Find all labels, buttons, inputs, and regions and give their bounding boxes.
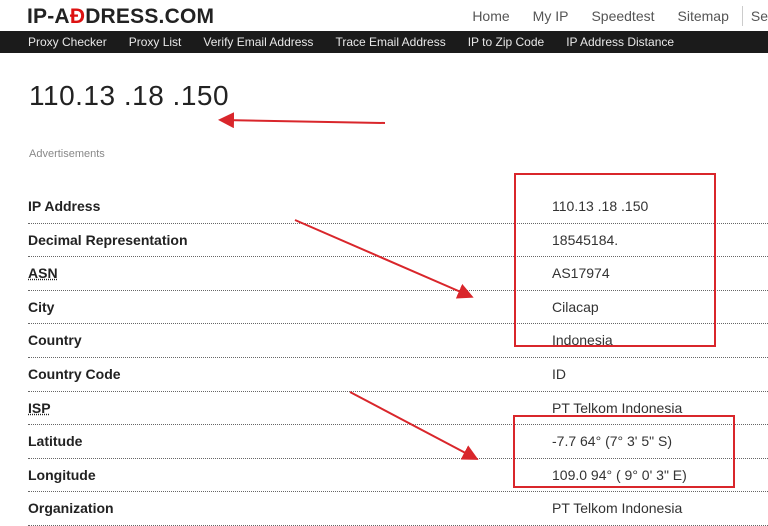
nav-home[interactable]: Home	[472, 8, 509, 24]
subnav-ip-distance[interactable]: IP Address Distance	[566, 35, 674, 49]
row-label: Longitude	[28, 466, 96, 483]
nav-divider	[741, 6, 743, 26]
nav-my-ip[interactable]: My IP	[533, 8, 569, 24]
row-value: ID	[552, 365, 566, 382]
table-row: Country Code ID	[28, 358, 768, 392]
row-value: PT Telkom Indonesia	[552, 399, 683, 416]
nav-search[interactable]: Se	[741, 6, 768, 26]
row-label-link[interactable]: ASN	[28, 265, 58, 281]
top-nav: Home My IP Speedtest Sitemap Se	[449, 6, 768, 26]
row-label-link[interactable]: ISP	[28, 400, 51, 416]
arrow-to-ip-heading	[218, 112, 386, 129]
row-label: City	[28, 298, 55, 315]
logo-text-left: IP-A	[27, 5, 70, 28]
site-logo[interactable]: IP-AĐDRESS.COM	[27, 5, 214, 29]
logo-text-accent: Đ	[69, 5, 86, 28]
row-label: IP Address	[28, 198, 101, 214]
nav-sitemap[interactable]: Sitemap	[678, 8, 729, 24]
subnav-ip-to-zip[interactable]: IP to Zip Code	[468, 35, 545, 49]
site-header: IP-AĐDRESS.COM Home My IP Speedtest Site…	[0, 0, 768, 31]
table-row: Organization PT Telkom Indonesia	[28, 492, 768, 526]
subnav-verify-email[interactable]: Verify Email Address	[203, 35, 313, 49]
subnav-proxy-checker[interactable]: Proxy Checker	[28, 35, 107, 49]
nav-speedtest[interactable]: Speedtest	[591, 8, 654, 24]
row-label: Latitude	[28, 433, 83, 450]
row-label: Organization	[28, 500, 114, 517]
row-label: Decimal Representation	[28, 231, 188, 248]
secondary-nav: Proxy Checker Proxy List Verify Email Ad…	[0, 31, 768, 53]
row-label: Country	[28, 332, 82, 349]
logo-text-right: DRESS.COM	[85, 5, 215, 28]
advertisements-label: Advertisements	[29, 148, 105, 160]
annotation-box-location	[514, 173, 716, 347]
page-title: 110.13 .18 .150	[29, 80, 230, 111]
row-label: Country Code	[28, 365, 121, 382]
annotation-box-coordinates	[513, 415, 735, 488]
nav-search-label: Se	[750, 8, 768, 24]
row-value: PT Telkom Indonesia	[552, 500, 683, 517]
subnav-proxy-list[interactable]: Proxy List	[129, 35, 182, 49]
subnav-trace-email[interactable]: Trace Email Address	[335, 35, 445, 49]
